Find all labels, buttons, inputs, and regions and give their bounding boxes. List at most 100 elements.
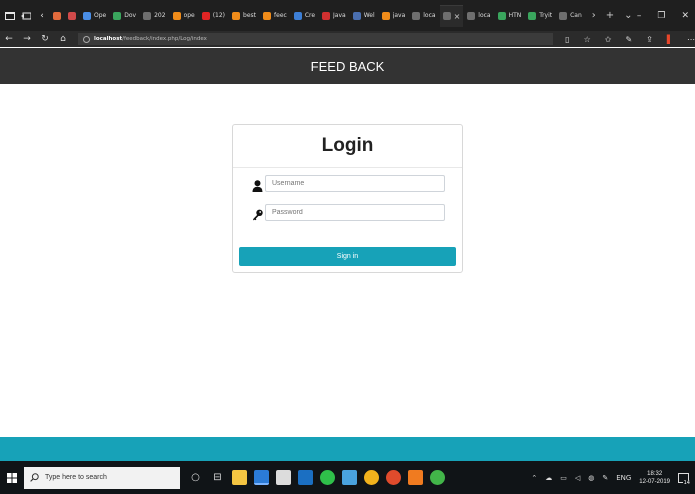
volume-icon[interactable]: ◁ [575,474,580,482]
back-icon[interactable]: ← [0,34,18,44]
language-indicator[interactable]: ENG [616,474,631,482]
site-title: FEED BACK [310,58,385,74]
window-controls: – ❐ ✕ [637,0,689,31]
browser-tab[interactable]: loca [409,5,438,27]
tab-label: Dov [124,12,137,19]
restore-icon[interactable]: ❐ [657,11,665,21]
browser-tab[interactable] [50,5,64,27]
tab-label: ope [183,12,195,19]
tab-favicon-icon [113,11,122,20]
new-tab-icon[interactable]: + [606,10,614,21]
tab-label: loca [423,12,436,19]
tab-favicon-icon [83,11,91,20]
url-field[interactable]: localhost /feedback/index.php/Log/index [78,33,554,45]
pen-icon[interactable]: ✎ [625,35,632,44]
password-input[interactable] [265,204,445,221]
tab-actions: › + ⌄ [592,10,633,21]
site-info-icon[interactable] [83,35,90,43]
browser-tab[interactable]: ope [170,5,198,27]
onedrive-icon[interactable]: ☁ [545,474,552,482]
login-card: Login Sign in [232,124,463,273]
refresh-icon[interactable]: ↻ [36,34,54,44]
favorites-list-icon[interactable]: ✩ [605,35,612,44]
scroll-tabs-right-icon[interactable]: › [592,10,596,21]
minimize-icon[interactable]: – [637,11,642,21]
file-explorer-icon[interactable] [232,470,247,485]
whatsapp-icon[interactable] [320,470,335,485]
close-window-icon[interactable]: ✕ [681,11,689,21]
browser-tab[interactable]: 202 [140,5,168,27]
browser-tab[interactable]: Ope [80,5,109,27]
browser-tab[interactable]: × [439,4,464,27]
scroll-tabs-left-icon[interactable]: ‹ [36,10,48,22]
browser-tab[interactable]: loca [464,5,493,27]
tab-label: Ope [94,12,107,19]
tab-favicon-icon [528,11,537,20]
mail-icon[interactable] [276,470,291,485]
office-extension-icon[interactable]: ▌ [667,35,673,44]
tab-label: loca [478,12,491,19]
store-icon[interactable] [342,470,357,485]
browser-tab-bar: ‹ Ope Dov 202 ope (12) best feec Cre Java Wel java… [0,0,695,31]
browser-tab[interactable]: Java [319,5,349,27]
browser-tab[interactable] [65,5,79,27]
green-app-icon[interactable] [430,470,445,485]
set-aside-tabs-icon[interactable] [20,10,32,22]
tray-expand-icon[interactable]: ⌃ [531,474,537,482]
username-input[interactable] [265,175,445,192]
chrome-icon[interactable] [364,470,379,485]
tab-favicon-icon [201,11,210,20]
tab-favicon-icon [53,11,61,20]
windows-start-icon[interactable] [0,461,24,494]
tab-label: 202 [154,12,166,19]
windows-taskbar: Type here to search ○ ⊟ ⌃ ☁ ▭ ◁ ◍ ✎ ENG … [0,461,695,494]
tab-preview-icon[interactable] [4,10,16,22]
browser-tab[interactable]: best [229,5,259,27]
login-title: Login [321,135,374,156]
browser-tab[interactable]: Tryit [525,5,555,27]
favorite-star-icon[interactable]: ☆ [584,35,591,44]
photos-icon[interactable] [298,470,313,485]
taskbar-search[interactable]: Type here to search [24,466,180,489]
network-icon[interactable]: ◍ [588,474,594,482]
tab-favicon-icon [322,11,331,20]
browser-tab[interactable]: Wel [350,5,378,27]
tab-label: (12) [212,12,226,19]
edge-browser-icon[interactable] [254,470,269,485]
app-icon[interactable] [386,470,401,485]
sign-in-button[interactable]: Sign in [239,247,456,266]
reading-view-icon[interactable]: ▯ [565,35,569,44]
tab-label: feec [274,12,287,19]
tab-label: Java [333,12,346,19]
tab-favicon-icon [381,11,390,20]
tab-favicon-icon [68,11,76,20]
gallery-icon[interactable] [408,470,423,485]
home-icon[interactable]: ⌂ [54,34,72,44]
taskbar-search-placeholder: Type here to search [45,474,107,481]
share-icon[interactable]: ⇪ [646,35,653,44]
cortana-icon[interactable]: ○ [188,470,203,485]
close-tab-icon[interactable]: × [454,12,461,21]
tab-favicon-icon [143,11,152,20]
tab-favicon-icon [559,11,568,20]
browser-tab[interactable]: (12) [199,5,228,27]
tab-list-dropdown-icon[interactable]: ⌄ [624,10,632,21]
browser-tab[interactable]: Can [556,5,585,27]
more-menu-icon[interactable]: ⋯ [687,35,695,44]
notification-center-icon[interactable]: 14 [678,472,691,486]
task-view-icon[interactable]: ⊟ [210,470,225,485]
tab-label: Can [570,12,582,19]
address-bar-row: ← → ↻ ⌂ localhost /feedback/index.php/Lo… [0,31,695,47]
browser-tab[interactable]: java [379,5,409,27]
battery-icon[interactable]: ▭ [560,474,567,482]
password-row [233,204,462,222]
browser-tab[interactable]: feec [260,5,290,27]
browser-tab[interactable]: HTN [495,5,525,27]
tab-favicon-icon [172,11,181,20]
key-icon [252,206,263,221]
browser-tab[interactable]: Dov [110,5,139,27]
browser-tab[interactable]: Cre [291,5,318,27]
clock[interactable]: 18:32 12-07-2019 [639,470,670,486]
forward-icon[interactable]: → [18,34,36,44]
pen-workspace-icon[interactable]: ✎ [602,474,608,482]
